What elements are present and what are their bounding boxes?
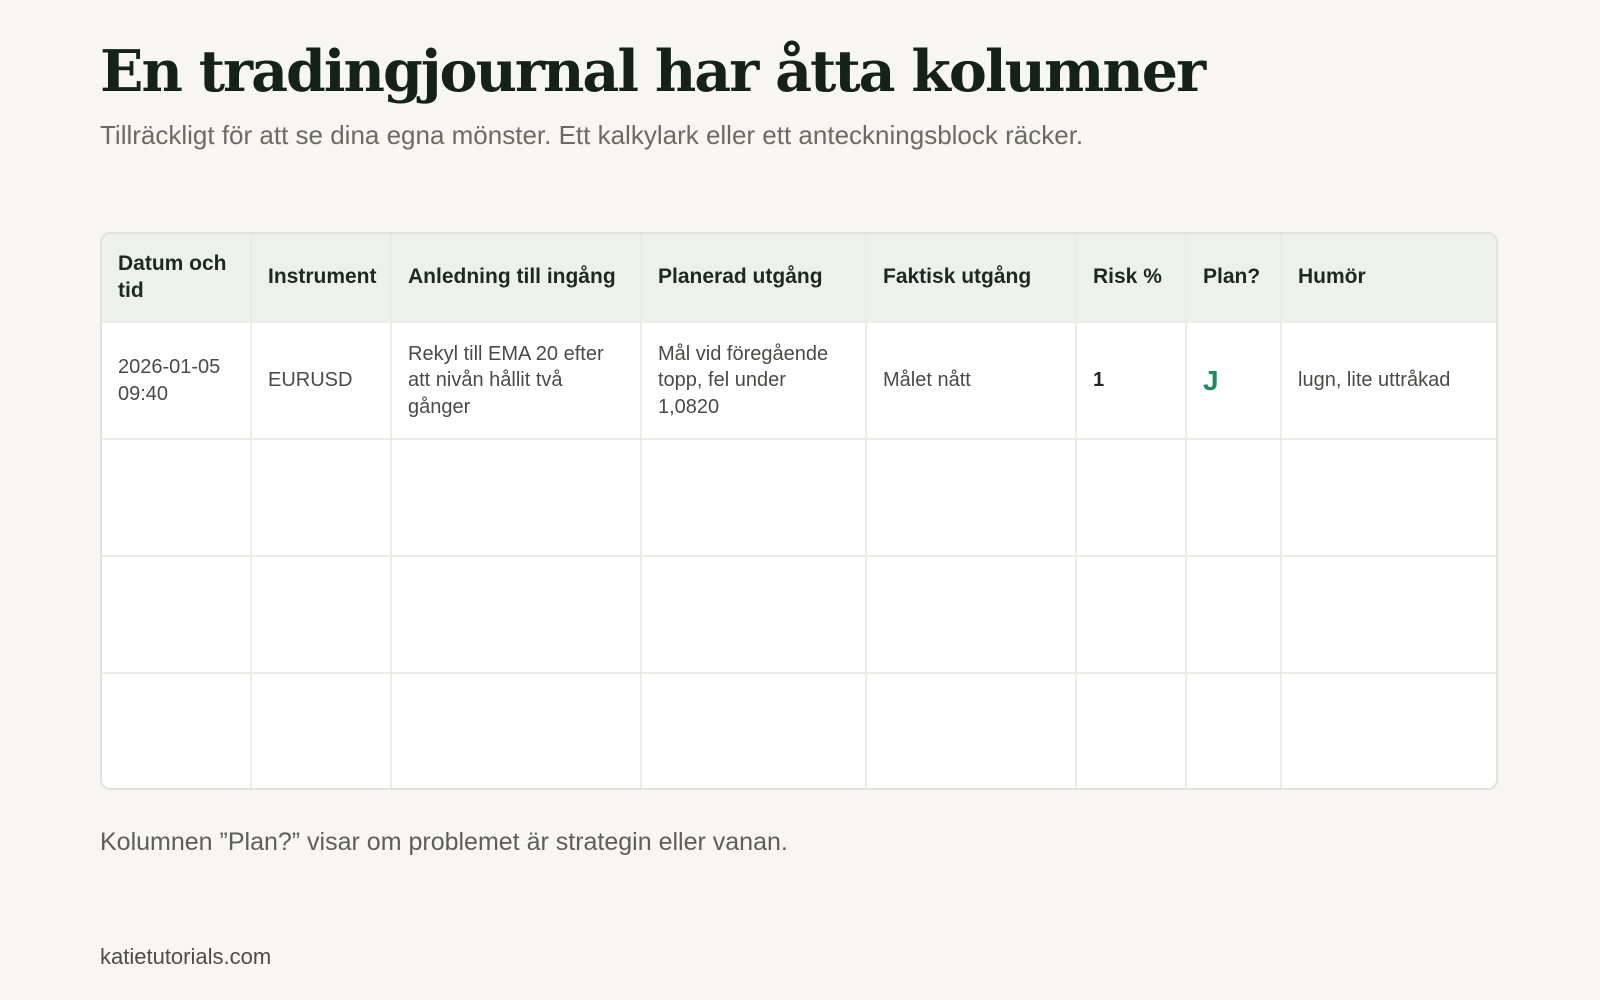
empty-cell	[1076, 439, 1187, 557]
cell-plan: J	[1186, 322, 1282, 440]
empty-cell	[866, 439, 1077, 557]
cell-faktisk-utgang: Målet nått	[866, 322, 1077, 440]
cell-planerad-utgang: Mål vid föregående topp, fel under 1,082…	[641, 322, 867, 440]
empty-cell	[391, 439, 642, 557]
empty-cell	[1281, 439, 1496, 557]
header-anledning: Anledning till ingång	[391, 234, 642, 323]
journal-table: Datum och tid Instrument Anledning till …	[100, 232, 1498, 790]
empty-cell	[1076, 673, 1187, 788]
page-subtitle: Tillräckligt för att se dina egna mönste…	[100, 120, 1084, 150]
empty-cell	[1186, 556, 1282, 674]
table-row: 2026-01-05 09:40 EURUSD Rekyl till EMA 2…	[102, 322, 1496, 440]
empty-cell	[102, 439, 252, 557]
empty-cell	[391, 673, 642, 788]
table-row	[102, 439, 1496, 557]
empty-cell	[641, 556, 867, 674]
cell-instrument: EURUSD	[251, 322, 392, 440]
page-title: En tradingjournal har åtta kolumner	[100, 38, 1206, 105]
empty-cell	[1186, 439, 1282, 557]
header-planerad-utgang: Planerad utgång	[641, 234, 867, 323]
empty-cell	[391, 556, 642, 674]
empty-cell	[1281, 556, 1496, 674]
header-risk: Risk %	[1076, 234, 1187, 323]
header-instrument: Instrument	[251, 234, 392, 323]
header-humor: Humör	[1281, 234, 1496, 323]
header-plan: Plan?	[1186, 234, 1282, 323]
cell-risk: 1	[1076, 322, 1187, 440]
empty-cell	[1076, 556, 1187, 674]
empty-cell	[1186, 673, 1282, 788]
empty-cell	[866, 556, 1077, 674]
header-faktisk-utgang: Faktisk utgång	[866, 234, 1077, 323]
empty-cell	[102, 556, 252, 674]
site-credit: katietutorials.com	[100, 944, 272, 969]
table-row	[102, 556, 1496, 674]
empty-cell	[251, 439, 392, 557]
empty-cell	[251, 556, 392, 674]
empty-cell	[641, 673, 867, 788]
empty-cell	[102, 673, 252, 788]
empty-cell	[1281, 673, 1496, 788]
empty-cell	[866, 673, 1077, 788]
cell-anledning: Rekyl till EMA 20 efter att nivån hållit…	[391, 322, 642, 440]
cell-datum: 2026-01-05 09:40	[102, 322, 252, 440]
empty-cell	[641, 439, 867, 557]
header-datum-och-tid: Datum och tid	[102, 234, 252, 323]
cell-humor: lugn, lite uttråkad	[1281, 322, 1496, 440]
empty-cell	[251, 673, 392, 788]
table-row	[102, 673, 1496, 788]
table-header-row: Datum och tid Instrument Anledning till …	[102, 234, 1496, 323]
footnote: Kolumnen ”Plan?” visar om problemet är s…	[100, 828, 788, 856]
